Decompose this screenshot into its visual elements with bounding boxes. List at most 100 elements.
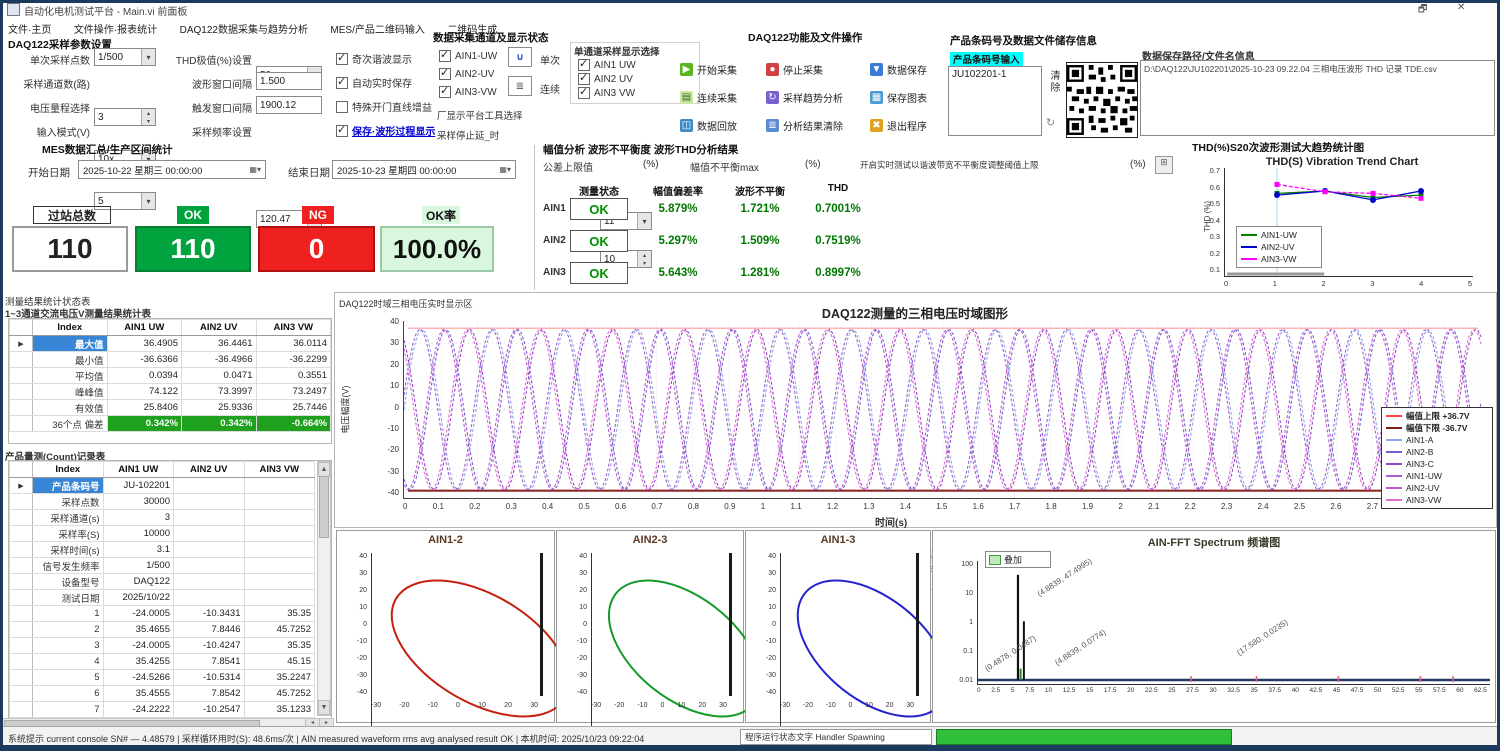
tick-label: 30 (768, 570, 776, 577)
tick-label: -30 (577, 672, 587, 679)
legend-item: AIN1-A (1386, 434, 1488, 446)
table-row[interactable]: ▶产品条码号JU-102201 (10, 478, 315, 494)
table-row[interactable]: ▶最大值36.490536.446136.0114 (10, 336, 331, 352)
连续采集-button[interactable]: ▤连续采集 (680, 83, 766, 111)
table-row[interactable]: 设备型号DAQ122 (10, 574, 315, 590)
数据回放-button[interactable]: ◫数据回放 (680, 112, 766, 140)
table-row[interactable]: 最小值-36.6366-36.4966-36.2299 (10, 352, 331, 368)
tolerance-label: 公差上限值 (543, 159, 593, 174)
tick-label: 2.5 (1294, 502, 1305, 511)
menu-item-home[interactable]: 文件·主页 (8, 21, 51, 36)
table-row[interactable]: 采样率(S)10000 (10, 526, 315, 542)
table-row[interactable]: 5-24.5266-10.531435.2247 (10, 670, 315, 686)
停止采集-button[interactable]: ●停止采集 (766, 55, 870, 83)
sc-ain1-checkbox[interactable]: AIN1 UW (578, 59, 636, 71)
legend-item: AIN1-UW (1386, 470, 1488, 482)
lissajous-title: AIN2-3 (557, 534, 743, 546)
checkbox-label: 自动实时保存 (352, 75, 412, 90)
sc-ain3-checkbox[interactable]: AIN3 VW (578, 87, 635, 99)
points-select[interactable]: 1/500 (94, 48, 156, 66)
records-scrollbar[interactable]: ▲ ▼ (317, 461, 331, 716)
tick-label: 10 (478, 702, 486, 711)
table-row[interactable]: 235.46557.844645.7252 (10, 622, 315, 638)
odd-harmonics-checkbox[interactable]: 奇次谐波显示 (336, 51, 412, 66)
table-row[interactable]: 采样时间(s)3.1 (10, 542, 315, 558)
legend-swatch (1241, 234, 1257, 236)
legend-label: AIN2-UV (1406, 483, 1440, 493)
start-date-picker[interactable]: 2025-10-22 星期三 00:00:00▦▾ (78, 160, 266, 179)
ain1-checkbox[interactable]: AIN1-UW (439, 50, 497, 62)
table-row[interactable]: 峰峰值74.12273.399773.2497 (10, 384, 331, 400)
checkbox-label: 奇次谐波显示 (352, 51, 412, 66)
close-icon[interactable]: ✕ (1457, 2, 1465, 13)
clear-barcode-button[interactable]: 清除 (1046, 70, 1061, 94)
ain1-status: OK (570, 198, 628, 220)
end-date-picker[interactable]: 2025-10-23 星期四 00:00:00▦▾ (332, 160, 516, 179)
tick-label: -40 (357, 689, 367, 696)
table-row[interactable]: 采样点数30000 (10, 494, 315, 510)
continuous-acquire-icon[interactable]: ≣ (508, 76, 532, 96)
tick-label: 2.2 (1185, 502, 1196, 511)
table-row[interactable]: 信号发生频率1/500 (10, 558, 315, 574)
scroll-up-icon[interactable]: ▲ (318, 462, 330, 477)
tick-label: 30 (1209, 687, 1216, 694)
lissajous-xticks: -30-20-100102030 (780, 702, 914, 711)
col-amp: 幅值偏差率 (640, 183, 716, 198)
action-button-label: 数据保存 (887, 62, 927, 77)
barcode-input[interactable]: JU102201-1 (948, 66, 1042, 136)
tick-label: -30 (766, 672, 776, 679)
table-row[interactable]: 3-24.0005-10.424735.35 (10, 638, 315, 654)
run-state-box: 程序运行状态文字 Handler Spawning (740, 729, 932, 745)
single-acquire-icon[interactable]: ∪ (508, 47, 532, 67)
tick-label: 20 (359, 587, 367, 594)
col-imb: 波形不平衡 (722, 183, 798, 198)
autosave-checkbox[interactable]: 自动实时保存 (336, 75, 412, 90)
refresh-icon[interactable]: ↻ (1046, 116, 1055, 129)
tick-label: 1 (1273, 279, 1277, 288)
tick-label: 0.2 (1210, 249, 1220, 258)
main-chart-legend: 幅值上限 +36.7V幅值下限 -36.7VAIN1-AAIN2-BAIN3-C… (1381, 407, 1493, 509)
menu-item-mes[interactable]: MES/产品二维码输入 (330, 21, 424, 36)
trigger-input[interactable]: 1900.12 (256, 96, 322, 114)
menu-item-daq[interactable]: DAQ122数据采集与趋势分析 (180, 21, 308, 36)
legend-item: 幅值下限 -36.7V (1386, 422, 1488, 434)
table-row[interactable]: 采样通道(s)3 (10, 510, 315, 526)
legend-swatch (1241, 246, 1257, 248)
ain2-checkbox[interactable]: AIN2-UV (439, 68, 494, 80)
sc-ain2-checkbox[interactable]: AIN2 UV (578, 73, 633, 85)
lissajous-xticks: -30-20-100102030 (371, 702, 538, 711)
scrollbar-thumb[interactable] (319, 476, 329, 538)
table-row[interactable]: 1-24.0005-10.343135.35 (10, 606, 315, 622)
scroll-down-icon[interactable]: ▼ (318, 700, 330, 715)
gain-checkbox[interactable]: 特殊开门直线增益 (336, 99, 432, 114)
分析结果清除-button[interactable]: ≣分析结果清除 (766, 112, 870, 140)
ain3-checkbox[interactable]: AIN3-VW (439, 86, 497, 98)
stop-icon: ● (766, 63, 779, 76)
window-input[interactable]: 1.500 (256, 72, 322, 90)
lissajous-title: AIN1-2 (337, 534, 554, 546)
thd-trend-title: THD(S) Vibration Trend Chart (1196, 156, 1488, 168)
application-window: 自动化电机测试平台 - Main.vi 前面板 🗗 ✕ 文件·主页 文件操作·报… (0, 0, 1500, 751)
checkbox-icon (336, 53, 348, 65)
tick-label: 30 (719, 702, 727, 711)
采样趋势分析-button[interactable]: ↻采样趋势分析 (766, 83, 870, 111)
restore-icon[interactable]: 🗗 (1418, 2, 1427, 19)
save-display-checkbox[interactable]: 保存·波形过程显示 (336, 123, 435, 138)
table-row[interactable]: 36个点 偏差0.342%0.342%-0.664% (10, 416, 331, 432)
table-row[interactable]: 435.42557.854145.15 (10, 654, 315, 670)
tick-label: 1.6 (973, 502, 984, 511)
table-row[interactable]: 635.45557.854245.7252 (10, 686, 315, 702)
开始采集-button[interactable]: ▶开始采集 (680, 55, 766, 83)
table-row[interactable]: 7-24.2222-10.254735.1233 (10, 702, 315, 718)
field-label-mode: 输入模式(V) (6, 124, 90, 139)
channels-spinner[interactable]: 3 (94, 108, 156, 126)
table-row[interactable]: 测试日期2025/10/22 (10, 590, 315, 606)
tick-label: 0.7 (651, 502, 662, 511)
action-button-label: 分析结果清除 (783, 118, 843, 133)
settings-icon[interactable]: ⊞ (1155, 156, 1173, 174)
table-row[interactable]: 有效值25.840625.933625.7446 (10, 400, 331, 416)
save-path-box[interactable]: D:\DAQ122\JU102201\2025-10-23 09.22.04 三… (1140, 60, 1495, 136)
menu-item-file[interactable]: 文件操作·报表统计 (74, 21, 157, 36)
table-row[interactable]: 平均值0.03940.04710.3551 (10, 368, 331, 384)
mes-title: MES数据汇总/生产区间统计 (42, 142, 173, 157)
